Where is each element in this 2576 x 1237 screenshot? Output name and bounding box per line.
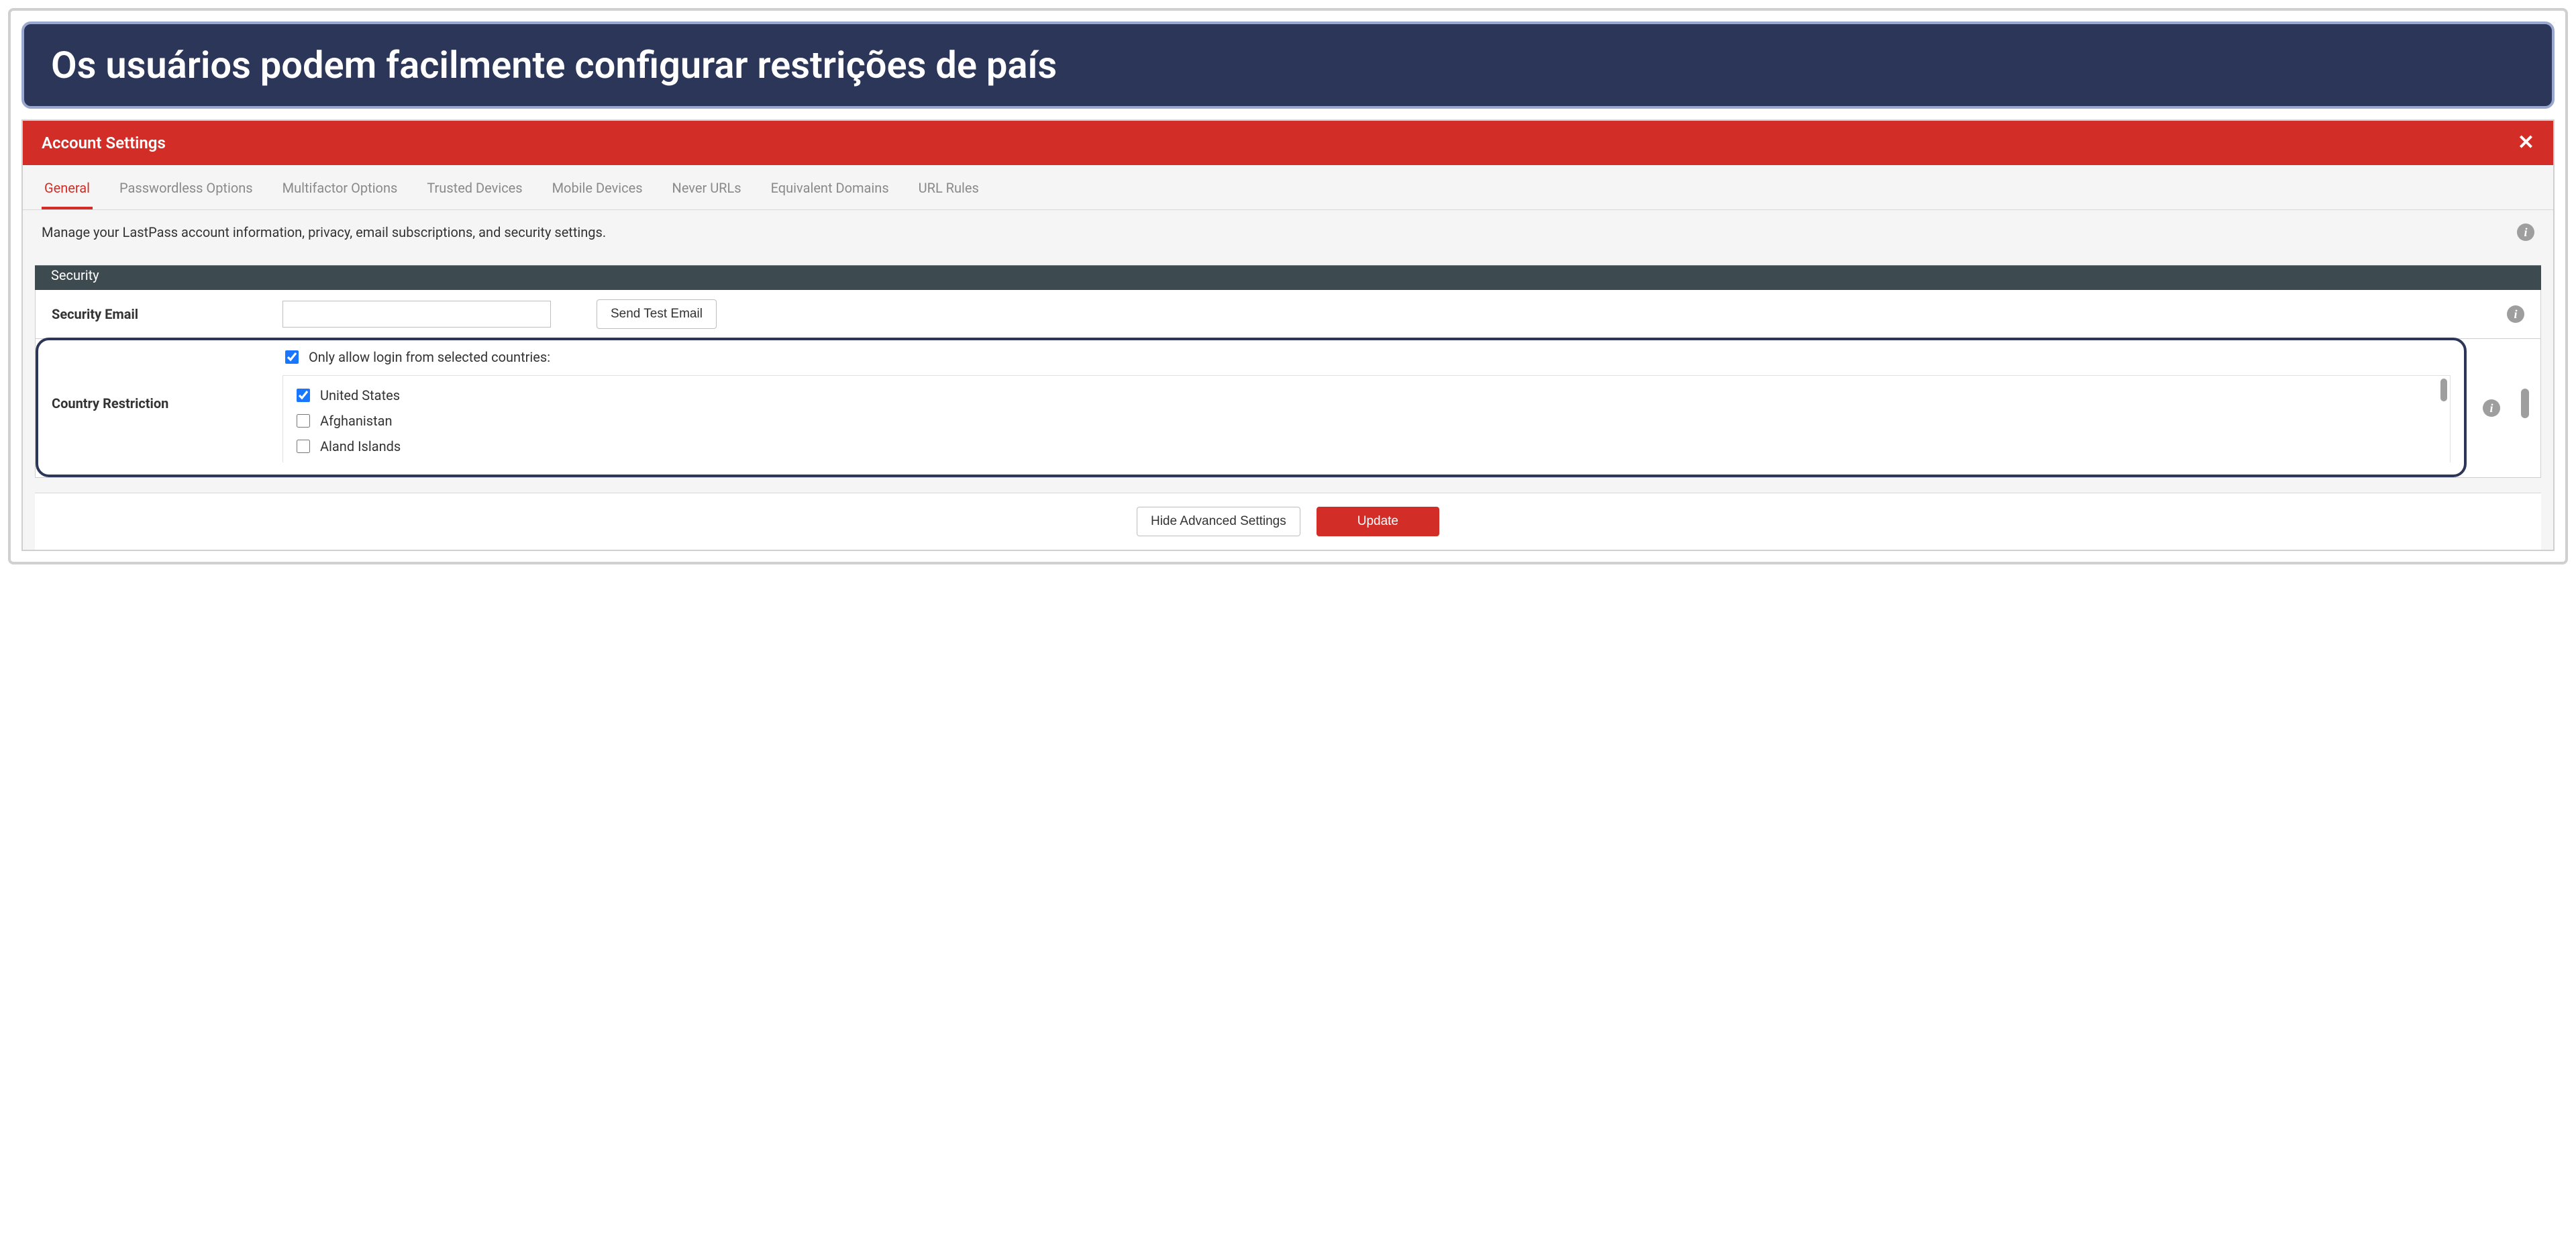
info-icon[interactable]: i: [2483, 399, 2500, 417]
modal-footer: Hide Advanced Settings Update: [35, 493, 2541, 550]
section-header-label: Security: [51, 267, 99, 283]
country-checkbox-afghanistan[interactable]: [297, 414, 310, 428]
country-name: Aland Islands: [320, 438, 401, 454]
country-restriction-controls: Only allow login from selected countries…: [282, 344, 2451, 462]
account-settings-modal: Account Settings ✕ General Passwordless …: [21, 119, 2555, 551]
country-checkbox-aland-islands[interactable]: [297, 440, 310, 453]
country-restriction-highlight: Country Restriction Only allow login fro…: [36, 338, 2467, 477]
section-header-security: Security: [35, 265, 2541, 290]
hide-advanced-settings-button[interactable]: Hide Advanced Settings: [1137, 507, 1300, 536]
tab-mobile-devices[interactable]: Mobile Devices: [550, 165, 646, 209]
country-name: Afghanistan: [320, 413, 393, 429]
country-item: Afghanistan: [294, 408, 2439, 434]
country-item: Albania: [294, 459, 2439, 462]
info-icon[interactable]: i: [2507, 305, 2524, 323]
page-container: Os usuários podem facilmente configurar …: [8, 8, 2568, 564]
country-restriction-row: Country Restriction Only allow login fro…: [35, 339, 2541, 478]
update-button[interactable]: Update: [1317, 507, 1439, 536]
tab-multifactor-options[interactable]: Multifactor Options: [280, 165, 401, 209]
settings-section: Security Security Email Send Test Email …: [35, 265, 2541, 478]
tab-url-rules[interactable]: URL Rules: [916, 165, 982, 209]
modal-title: Account Settings: [42, 134, 166, 152]
only-allow-login-checkbox[interactable]: [285, 350, 299, 364]
tab-description-row: Manage your LastPass account information…: [23, 210, 2553, 265]
only-allow-login-label: Only allow login from selected countries…: [309, 349, 550, 365]
close-icon[interactable]: ✕: [2518, 133, 2534, 153]
security-email-row: Security Email Send Test Email i: [35, 290, 2541, 339]
scrollbar-thumb-icon[interactable]: [2521, 389, 2529, 418]
tab-general[interactable]: General: [42, 165, 93, 209]
tab-trusted-devices[interactable]: Trusted Devices: [424, 165, 525, 209]
tab-passwordless-options[interactable]: Passwordless Options: [117, 165, 256, 209]
tab-description: Manage your LastPass account information…: [42, 224, 606, 240]
security-email-label: Security Email: [52, 306, 266, 322]
tab-equivalent-domains[interactable]: Equivalent Domains: [768, 165, 892, 209]
tab-never-urls[interactable]: Never URLs: [670, 165, 744, 209]
country-item: United States: [294, 383, 2439, 408]
only-allow-toggle-row: Only allow login from selected countries…: [282, 344, 2451, 370]
country-restriction-label: Country Restriction: [52, 395, 266, 411]
annotation-banner: Os usuários podem facilmente configurar …: [21, 21, 2555, 109]
info-icon[interactable]: i: [2517, 224, 2534, 241]
country-checkbox-united-states[interactable]: [297, 389, 310, 402]
send-test-email-button[interactable]: Send Test Email: [597, 299, 717, 329]
country-name: United States: [320, 387, 400, 403]
annotation-banner-text: Os usuários podem facilmente configurar …: [51, 43, 1057, 87]
country-list[interactable]: United States Afghanistan Aland Islands: [282, 375, 2451, 462]
country-item: Aland Islands: [294, 434, 2439, 459]
security-email-input[interactable]: [282, 301, 551, 328]
tabs-bar: General Passwordless Options Multifactor…: [23, 165, 2553, 210]
modal-header: Account Settings ✕: [23, 121, 2553, 165]
